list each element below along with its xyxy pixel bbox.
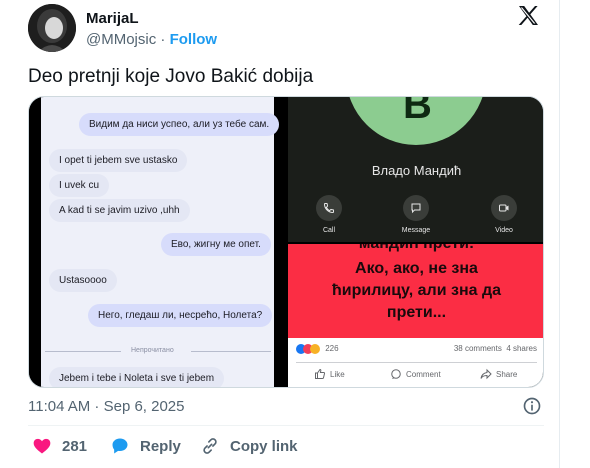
share-count: 4 shares	[506, 344, 537, 353]
like-button[interactable]: 281	[32, 436, 87, 456]
post-line: ћирилицу, али зна да	[332, 282, 501, 299]
comment-icon	[391, 369, 401, 379]
author-handle[interactable]: @MMojsic	[86, 31, 156, 48]
post-divider	[296, 362, 537, 363]
avatar[interactable]	[28, 4, 76, 52]
comment-count: 38 comments	[453, 344, 502, 353]
author-name[interactable]: MarijaL	[86, 10, 139, 27]
fb-like-label: Like	[330, 369, 345, 379]
phone-icon	[316, 195, 342, 221]
video-icon	[491, 195, 517, 221]
fb-comment-action: Comment	[390, 368, 441, 380]
angry-reaction-icon	[310, 344, 320, 354]
facebook-post-screenshot[interactable]: мандић прети: Ако, ако, не зна ћирилицу,…	[288, 244, 543, 387]
call-actions: Call Message Video	[316, 195, 517, 239]
unread-divider-label: Непрочитано	[131, 347, 174, 354]
link-icon	[203, 438, 217, 454]
unread-divider-line	[45, 351, 121, 352]
post-image-text: Ако, ако, не зна ћирилицу, али зна да пр…	[288, 258, 543, 324]
chat-message: Jebem i tebe i Noleta i sve ti jebem	[49, 367, 225, 387]
unread-divider-line	[191, 351, 271, 352]
fb-comment-label: Comment	[406, 369, 441, 379]
chat-panel: Видим да ниси успео, али уз тебе сам. I …	[41, 97, 280, 387]
like-count: 281	[62, 437, 88, 455]
tweet-card: MarijaL @MMojsic · Follow Deo pretnji ko…	[0, 0, 560, 468]
call-action: Call	[304, 195, 354, 234]
contact-initial: В	[403, 97, 432, 127]
tweet-timestamp[interactable]: 11:04 AM · Sep 6, 2025	[28, 398, 185, 415]
post-cut-line: мандић прети:	[288, 244, 543, 253]
fb-share-label: Share	[496, 369, 518, 379]
copy-link-label: Copy link	[230, 437, 298, 455]
tweet-text: Deo pretnji koje Jovo Bakić dobija	[28, 66, 314, 87]
handle-row: @MMojsic · Follow	[86, 31, 217, 48]
post-actions: Like Comment Share	[288, 368, 543, 384]
video-label: Video	[495, 227, 513, 234]
info-icon[interactable]	[522, 396, 542, 416]
reply-label: Reply	[140, 437, 181, 455]
chat-message: Него, гледаш ли, несрећо, Нолета?	[88, 304, 273, 327]
chat-message: A kad ti se javim uzivo ,uhh	[49, 199, 190, 222]
message-icon	[403, 195, 429, 221]
chat-message: Ustasoooo	[49, 269, 117, 292]
contact-name: Владо Мандић	[371, 163, 462, 178]
comments-shares: 38 comments 4 shares	[454, 344, 537, 353]
chat-message: Ево, жигну ме опет.	[161, 233, 271, 256]
fb-like-action: Like	[314, 368, 345, 380]
post-stats: 226 38 comments 4 shares	[296, 344, 537, 358]
call-action: Message	[391, 195, 441, 234]
media-grid[interactable]: Видим да ниси успео, али уз тебе сам. I …	[28, 96, 544, 388]
copy-link-button[interactable]: Copy link	[200, 436, 298, 456]
post-line: прети...	[386, 304, 447, 321]
heart-icon	[33, 438, 51, 454]
call-screenshot[interactable]: В Владо Мандић Call Message Video	[288, 97, 543, 242]
chat-message: I opet ti jebem sve ustasko	[49, 149, 188, 172]
reply-bubble-icon	[112, 438, 128, 454]
follow-button[interactable]: Follow	[170, 31, 218, 48]
reply-button[interactable]: Reply	[110, 436, 181, 456]
separator: ·	[160, 31, 166, 48]
chat-message: Видим да ниси успео, али уз тебе сам.	[79, 113, 280, 136]
reaction-count: 226	[325, 344, 339, 354]
fb-share-action: Share	[480, 368, 517, 380]
message-label: Message	[401, 227, 431, 234]
engagement-bar: 281 Reply Copy link	[28, 436, 544, 460]
share-arrow-icon	[480, 368, 492, 380]
post-line: Ако, ако, не зна	[355, 260, 478, 277]
thumbs-up-icon	[315, 368, 326, 379]
post-image: мандић прети: Ако, ако, не зна ћирилицу,…	[288, 244, 543, 338]
chat-message: I uvek cu	[49, 174, 110, 197]
call-label: Call	[322, 227, 336, 234]
divider	[28, 425, 544, 426]
tweet-header: MarijaL @MMojsic · Follow	[28, 4, 548, 52]
call-action: Video	[479, 195, 529, 234]
chat-screenshot[interactable]: Видим да ниси успео, али уз тебе сам. I …	[29, 97, 286, 387]
x-logo-icon[interactable]	[516, 4, 542, 30]
